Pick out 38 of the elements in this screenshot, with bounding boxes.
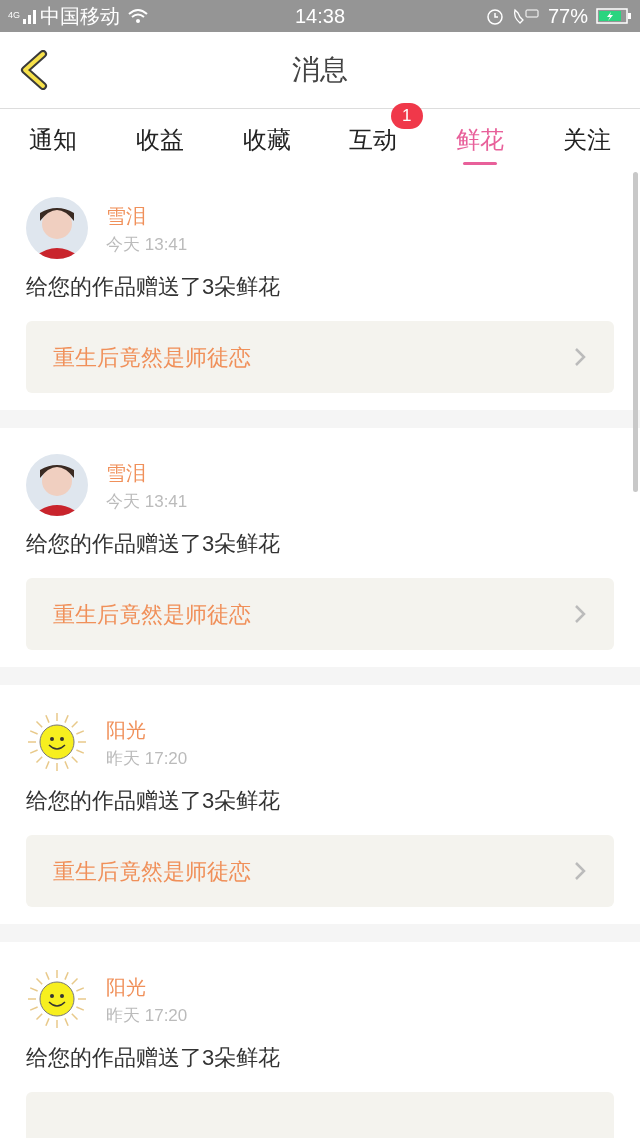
wifi-icon	[127, 7, 149, 25]
battery-icon	[596, 7, 632, 25]
tab[interactable]: 收益	[106, 109, 214, 171]
page-title: 消息	[292, 53, 348, 87]
work-link[interactable]: 重生后竟然是师徒恋	[26, 835, 614, 907]
chevron-right-icon	[573, 346, 587, 368]
message-time: 昨天 17:20	[106, 748, 188, 770]
unread-badge: 1	[390, 103, 423, 129]
alarm-icon	[485, 7, 504, 25]
user-name[interactable]: 阳光	[106, 974, 188, 1000]
work-link[interactable]: 重生后竟然是师徒恋	[26, 578, 614, 650]
carrier-name: 中国移动	[40, 6, 120, 26]
tab[interactable]: 鲜花	[426, 109, 534, 171]
user-name[interactable]: 雪泪	[106, 203, 188, 229]
sun-avatar-icon	[26, 711, 88, 773]
work-link[interactable]: 重生后竟然是师徒恋	[26, 321, 614, 393]
tab[interactable]: 收藏	[213, 109, 320, 171]
clock-time: 14:38	[293, 6, 347, 26]
message-text: 给您的作品赠送了3朵鲜花	[26, 787, 282, 815]
tab-underline	[462, 162, 497, 165]
message-time: 今天 13:41	[106, 234, 188, 256]
message-text: 给您的作品赠送了3朵鲜花	[26, 530, 282, 558]
user-name[interactable]: 雪泪	[106, 460, 188, 486]
chevron-right-icon	[573, 603, 587, 625]
sun-avatar-icon	[26, 968, 88, 1030]
message-time: 昨天 17:20	[106, 1005, 188, 1027]
tab[interactable]: 通知	[0, 109, 107, 171]
message-time: 今天 13:41	[106, 491, 188, 513]
signal-icon	[23, 8, 37, 24]
message-text: 给您的作品赠送了3朵鲜花	[26, 1044, 282, 1072]
hd-call-icon	[511, 7, 540, 25]
tab[interactable]: 关注	[533, 109, 640, 171]
chevron-right-icon	[573, 860, 587, 882]
user-name[interactable]: 阳光	[106, 717, 188, 743]
message-text: 给您的作品赠送了3朵鲜花	[26, 273, 282, 301]
network-label: 4G	[8, 11, 20, 20]
battery-percent: 77%	[547, 6, 588, 26]
back-icon	[19, 50, 49, 90]
